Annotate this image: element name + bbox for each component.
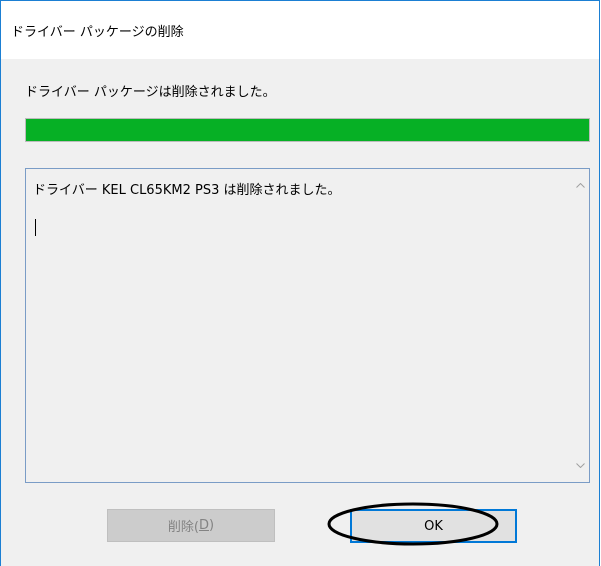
chevron-down-icon[interactable] xyxy=(572,457,589,474)
delete-button-label: 削除( xyxy=(167,520,199,535)
result-log-textbox[interactable]: ドライバー KEL CL65KM2 PS3 は削除されました。 xyxy=(25,168,590,483)
status-message: ドライバー パッケージは削除されました。 xyxy=(25,85,276,100)
log-line: ドライバー KEL CL65KM2 PS3 は削除されました。 xyxy=(33,183,341,198)
ok-button-label: OK xyxy=(424,518,443,534)
title-bar: ドライバー パッケージの削除 xyxy=(1,1,599,59)
progress-bar-fill xyxy=(26,119,589,141)
ok-button[interactable]: OK xyxy=(350,509,517,543)
delete-button: 削除(D) xyxy=(107,509,275,542)
delete-button-mnemonic: D xyxy=(198,518,209,533)
chevron-up-icon[interactable] xyxy=(572,177,589,194)
delete-button-label-suffix: ) xyxy=(209,518,215,533)
vertical-scrollbar[interactable] xyxy=(572,169,589,482)
progress-bar xyxy=(25,118,590,142)
text-caret xyxy=(35,219,36,236)
window-title: ドライバー パッケージの削除 xyxy=(11,25,184,40)
driver-package-removal-dialog: ドライバー パッケージの削除 ドライバー パッケージは削除されました。 ドライバ… xyxy=(0,0,600,566)
